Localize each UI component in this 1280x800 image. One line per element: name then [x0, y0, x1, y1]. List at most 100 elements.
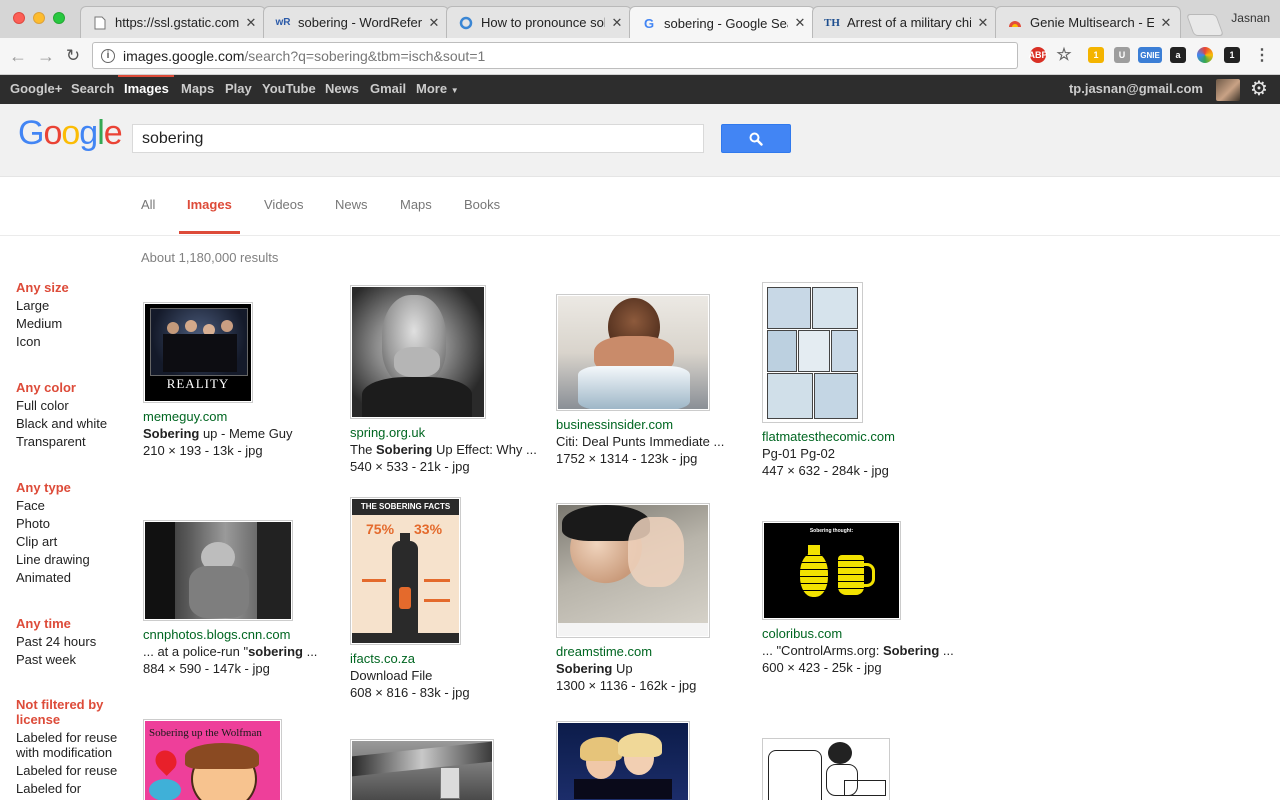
gear-icon[interactable]: ⚙	[1250, 78, 1268, 100]
gbar-item-maps[interactable]: Maps	[181, 81, 214, 96]
browser-tab[interactable]: wR sobering - WordReference ✕	[263, 6, 449, 38]
result-domain[interactable]: spring.org.uk	[350, 424, 560, 441]
filter-option[interactable]: Medium	[16, 315, 69, 333]
filter-option[interactable]: Black and white	[16, 415, 107, 433]
browser-tab[interactable]: Genie Multisearch - Ed ✕	[995, 6, 1181, 38]
image-result[interactable]: REALITY memeguy.com Sobering up - Meme G…	[143, 302, 343, 458]
result-title[interactable]: Citi: Deal Punts Immediate ...	[556, 433, 766, 450]
gbar-item-youtube[interactable]: YouTube	[262, 81, 316, 96]
image-result[interactable]	[556, 721, 756, 800]
close-tab-icon[interactable]: ✕	[611, 15, 623, 31]
image-result[interactable]: Sobering up the Wolfman	[143, 719, 343, 800]
forward-icon[interactable]: →	[36, 46, 56, 67]
result-thumbnail[interactable]	[143, 520, 293, 621]
image-result[interactable]: spring.org.uk The Sobering Up Effect: Wh…	[350, 285, 550, 474]
account-email[interactable]: tp.jasnan@gmail.com	[1069, 81, 1203, 96]
filter-option[interactable]: Animated	[16, 569, 90, 587]
avatar[interactable]	[1216, 79, 1240, 101]
result-domain[interactable]: memeguy.com	[143, 408, 353, 425]
info-icon[interactable]: i	[101, 48, 115, 63]
extension-icon[interactable]: 1	[1088, 47, 1104, 63]
tab-books[interactable]: Books	[464, 197, 500, 212]
close-tab-icon[interactable]: ✕	[245, 15, 257, 31]
result-thumbnail[interactable]	[350, 285, 486, 419]
gbar-item-more[interactable]: More ▼	[416, 81, 459, 96]
search-input[interactable]: sobering	[132, 124, 704, 153]
result-thumbnail[interactable]: Sobering up the Wolfman	[143, 719, 282, 800]
filter-option[interactable]: Clip art	[16, 533, 90, 551]
result-thumbnail[interactable]: THE SOBERING FACTS 75% 33%	[350, 497, 461, 645]
result-thumbnail[interactable]	[556, 503, 710, 638]
filter-option[interactable]: Photo	[16, 515, 90, 533]
browser-tab[interactable]: TH Arrest of a military chie ✕	[812, 6, 998, 38]
image-result[interactable]: dreamstime.com Sobering Up 1300 × 1136 -…	[556, 503, 756, 693]
tab-news[interactable]: News	[335, 197, 368, 212]
close-window-button[interactable]	[13, 12, 25, 24]
amazon-icon[interactable]: a	[1170, 47, 1186, 63]
filter-option[interactable]: Transparent	[16, 433, 107, 451]
image-result[interactable]	[762, 738, 962, 800]
image-result[interactable]: businessinsider.com Citi: Deal Punts Imm…	[556, 294, 756, 466]
search-button[interactable]	[721, 124, 791, 153]
address-bar[interactable]: i images.google.com/search?q=sobering&tb…	[92, 42, 1018, 69]
result-thumbnail[interactable]	[556, 294, 710, 411]
filter-option[interactable]: Full color	[16, 397, 107, 415]
minimize-window-button[interactable]	[33, 12, 45, 24]
result-title[interactable]: ... at a police-run "sobering ...	[143, 643, 353, 660]
image-result[interactable]	[350, 739, 550, 800]
star-icon[interactable]: ☆	[1056, 45, 1072, 64]
filter-option[interactable]: Icon	[16, 333, 69, 351]
google-logo[interactable]: Google	[18, 113, 123, 153]
filter-heading[interactable]: Any color	[16, 379, 107, 397]
reload-icon[interactable]: ↻	[63, 46, 83, 66]
tab-images[interactable]: Images	[187, 197, 232, 212]
zoom-window-button[interactable]	[53, 12, 65, 24]
result-domain[interactable]: businessinsider.com	[556, 416, 766, 433]
gbar-item-gmail[interactable]: Gmail	[370, 81, 406, 96]
result-title[interactable]: Sobering up - Meme Guy	[143, 425, 353, 442]
browser-tab-active[interactable]: G sobering - Google Sea ✕	[629, 6, 815, 39]
filter-heading[interactable]: Any time	[16, 615, 96, 633]
close-tab-icon[interactable]: ✕	[428, 15, 440, 31]
back-icon[interactable]: ←	[8, 46, 28, 67]
filter-option[interactable]: Labeled for	[16, 781, 131, 796]
image-result[interactable]: THE SOBERING FACTS 75% 33% ifacts.co.za …	[350, 497, 550, 700]
result-thumbnail[interactable]	[556, 721, 690, 800]
profile-name[interactable]: Jasnan	[1231, 11, 1270, 25]
result-domain[interactable]: ifacts.co.za	[350, 650, 560, 667]
result-thumbnail[interactable]	[762, 738, 890, 800]
result-domain[interactable]: flatmatesthecomic.com	[762, 428, 972, 445]
result-thumbnail[interactable]	[350, 739, 494, 800]
tab-maps[interactable]: Maps	[400, 197, 432, 212]
close-tab-icon[interactable]: ✕	[1160, 15, 1172, 31]
result-thumbnail[interactable]: REALITY	[143, 302, 253, 403]
gbar-item-news[interactable]: News	[325, 81, 359, 96]
menu-icon[interactable]: ⋮	[1254, 47, 1270, 64]
filter-option[interactable]: Labeled for reuse with modification	[16, 730, 131, 760]
image-result[interactable]: cnnphotos.blogs.cnn.com ... at a police-…	[143, 520, 343, 676]
result-domain[interactable]: dreamstime.com	[556, 643, 766, 660]
filter-option[interactable]: Past week	[16, 651, 96, 669]
tab-videos[interactable]: Videos	[264, 197, 304, 212]
result-title[interactable]: Sobering Up	[556, 660, 766, 677]
new-tab-button[interactable]	[1185, 14, 1225, 36]
result-domain[interactable]: coloribus.com	[762, 625, 972, 642]
gbar-item-play[interactable]: Play	[225, 81, 252, 96]
close-tab-icon[interactable]: ✕	[794, 15, 806, 31]
filter-heading[interactable]: Any size	[16, 279, 69, 297]
filter-option[interactable]: Face	[16, 497, 90, 515]
gbar-item-images[interactable]: Images	[124, 81, 169, 96]
adblock-icon[interactable]: ABP	[1029, 47, 1048, 63]
result-title[interactable]: Pg-01 Pg-02	[762, 445, 972, 462]
gbar-item-google-plus[interactable]: Google+	[10, 81, 62, 96]
gbar-item-search[interactable]: Search	[71, 81, 114, 96]
filter-heading[interactable]: Any type	[16, 479, 90, 497]
filter-heading[interactable]: Not filtered by license	[16, 697, 131, 727]
result-thumbnail[interactable]: Sobering thought:	[762, 521, 901, 620]
filter-option[interactable]: Line drawing	[16, 551, 90, 569]
u-icon[interactable]: U	[1114, 47, 1130, 63]
close-tab-icon[interactable]: ✕	[977, 15, 989, 31]
image-result[interactable]: flatmatesthecomic.com Pg-01 Pg-02 447 × …	[762, 282, 962, 478]
result-title[interactable]: The Sobering Up Effect: Why ...	[350, 441, 560, 458]
filter-option[interactable]: Large	[16, 297, 69, 315]
